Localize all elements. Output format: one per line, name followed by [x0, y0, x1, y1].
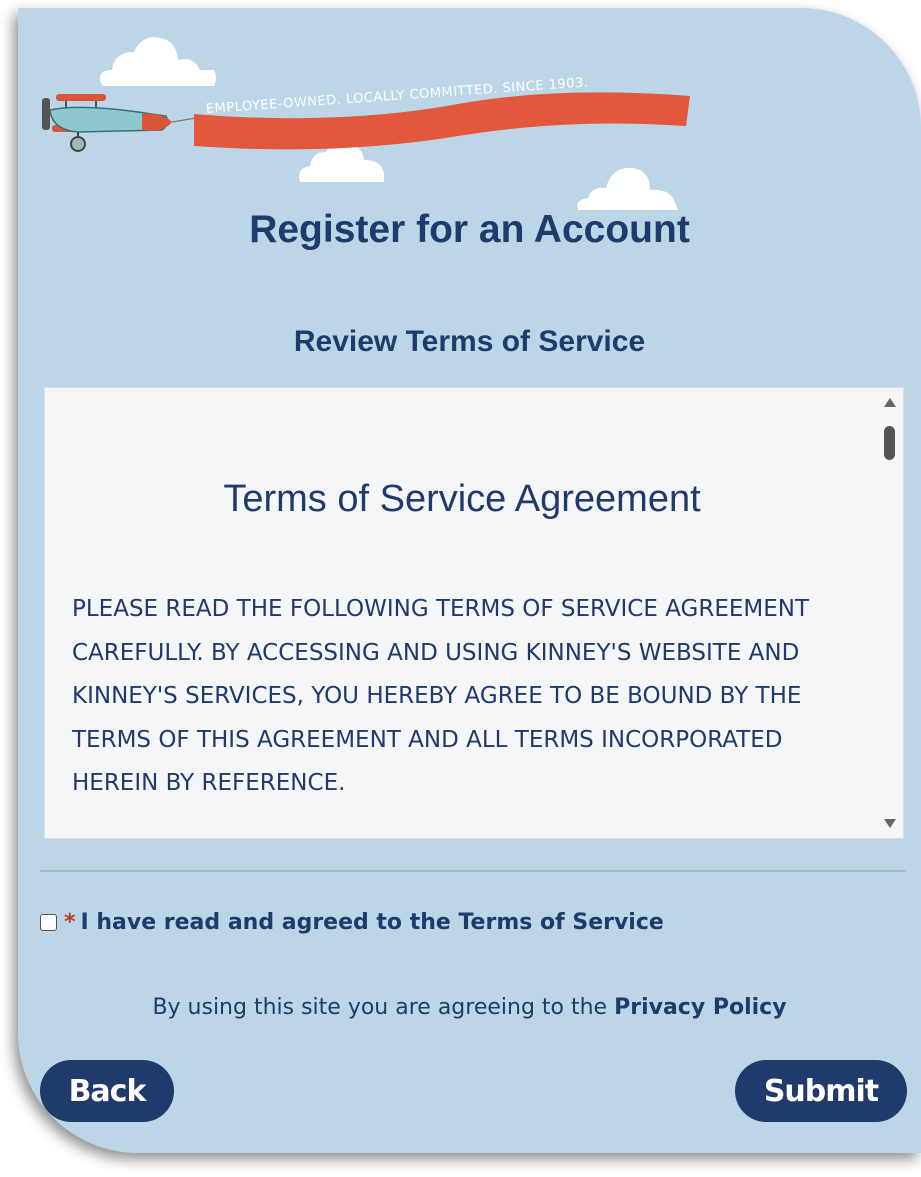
required-marker: *: [64, 909, 76, 935]
agree-label[interactable]: I have read and agreed to the Terms of S…: [81, 910, 664, 935]
section-subtitle: Review Terms of Service: [293, 325, 646, 358]
privacy-notice: By using this site you are agreeing to t…: [18, 995, 921, 1020]
divider: [40, 870, 906, 872]
registration-card: EMPLOYEE-OWNED. LOCALLY COMMITTED. SINCE…: [18, 8, 921, 1153]
privacy-prefix: By using this site you are agreeing to t…: [152, 995, 608, 1020]
chevron-down-icon[interactable]: [884, 819, 896, 828]
terms-body: PLEASE READ THE FOLLOWING TERMS OF SERVI…: [72, 596, 810, 796]
back-button[interactable]: Back: [40, 1060, 174, 1122]
scrollbar[interactable]: [877, 388, 903, 838]
terms-heading: Terms of Service Agreement: [223, 478, 701, 520]
scrollbar-thumb[interactable]: [884, 426, 895, 460]
privacy-policy-link[interactable]: Privacy Policy: [614, 995, 786, 1020]
page-title: Register for an Account: [249, 208, 690, 251]
terms-scroll-box[interactable]: Terms of Service Agreement PLEASE READ T…: [44, 387, 904, 839]
chevron-up-icon[interactable]: [884, 398, 896, 407]
submit-button[interactable]: Submit: [735, 1060, 907, 1122]
biplane-icon: [42, 94, 172, 152]
terms-agreement-row: * I have read and agreed to the Terms of…: [40, 907, 664, 937]
agree-checkbox[interactable]: [40, 913, 57, 931]
